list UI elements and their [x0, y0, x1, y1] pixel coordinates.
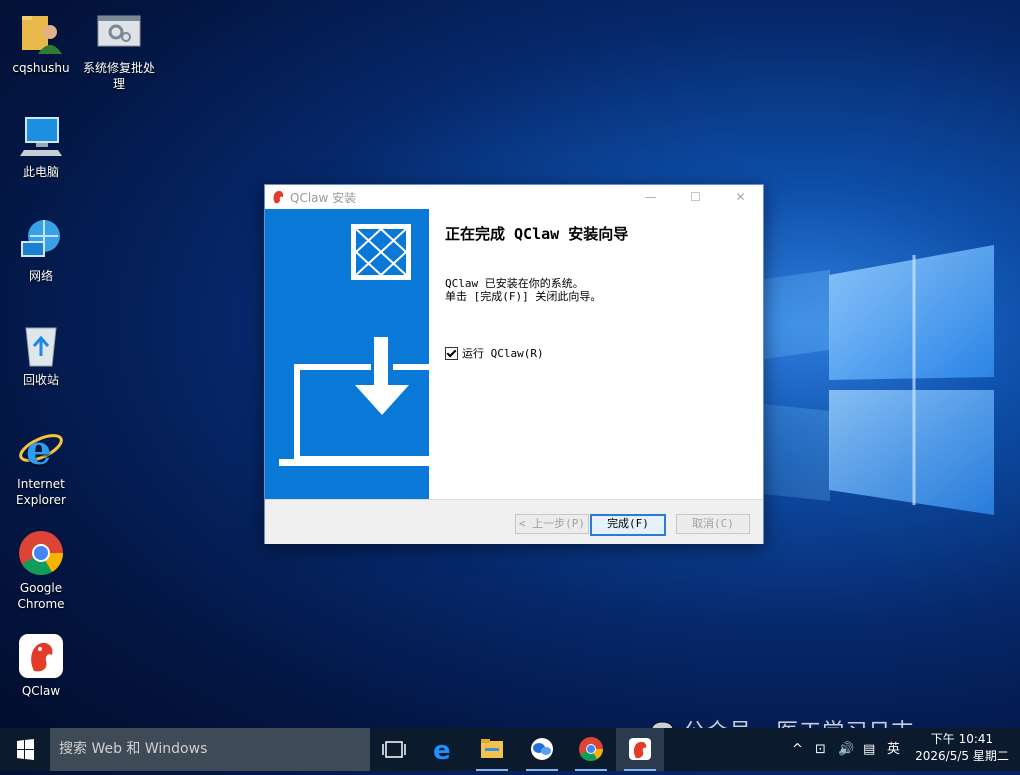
network-status-icon[interactable]: ⊡ — [815, 728, 826, 771]
wizard-banner — [265, 209, 429, 499]
wizard-footer: < 上一步(P) 完成(F) 取消(C) — [265, 499, 763, 544]
close-button[interactable]: ✕ — [718, 185, 763, 209]
dialog-titlebar[interactable]: QClaw 安装 — ☐ ✕ — [265, 185, 763, 209]
desktop-icon-this-pc[interactable]: 此电脑 — [1, 114, 81, 180]
volume-icon[interactable]: 🔊 — [838, 728, 854, 771]
qclaw-icon — [18, 633, 64, 679]
desktop-icon-qclaw[interactable]: QClaw — [1, 633, 81, 699]
taskbar-edge[interactable]: e — [420, 728, 468, 771]
taskbar-chrome[interactable] — [567, 728, 615, 771]
desktop-icon-recycle-bin[interactable]: 回收站 — [1, 322, 81, 388]
installer-dialog: QClaw 安装 — ☐ ✕ 正在完成 QClaw 安装向导 QClaw 已安装… — [264, 184, 764, 544]
start-button[interactable] — [0, 728, 50, 771]
user-folder-icon — [18, 10, 64, 56]
taskbar: 搜索 Web 和 Windows e ^ ⊡ 🔊 ▤ 英 下午 10:41 20… — [0, 728, 1020, 771]
messaging-icon — [531, 738, 553, 760]
input-language-indicator[interactable]: 英 — [887, 728, 900, 771]
taskbar-clock[interactable]: 下午 10:41 2026/5/5 星期二 — [914, 731, 1010, 765]
windows-logo-wallpaper — [829, 245, 994, 515]
svg-text:e: e — [433, 736, 451, 766]
finish-button[interactable]: 完成(F) — [590, 514, 666, 536]
message-line-2: 单击 [完成(F)] 关闭此向导。 — [445, 290, 602, 303]
taskbar-file-explorer[interactable] — [468, 728, 516, 771]
taskbar-qclaw[interactable] — [616, 728, 664, 771]
batch-file-icon — [96, 10, 142, 56]
chrome-icon — [579, 737, 603, 761]
run-qclaw-label: 运行 QClaw(R) — [462, 347, 544, 360]
back-button[interactable]: < 上一步(P) — [515, 514, 589, 534]
taskbar-messaging-app[interactable] — [518, 728, 566, 771]
recycle-bin-icon — [18, 322, 64, 368]
desktop-icon-network[interactable]: 网络 — [1, 218, 81, 284]
windows-start-icon — [17, 739, 34, 760]
qclaw-icon — [629, 738, 651, 760]
wizard-heading: 正在完成 QClaw 安装向导 — [445, 225, 629, 243]
internet-explorer-icon: e — [18, 426, 64, 474]
desktop-icon-google-chrome[interactable]: Google Chrome — [1, 530, 81, 612]
action-center-icon[interactable]: ▤ — [863, 728, 875, 771]
minimize-button[interactable]: — — [628, 185, 673, 209]
taskbar-search-box[interactable]: 搜索 Web 和 Windows — [50, 728, 370, 771]
task-view-button[interactable] — [370, 728, 418, 771]
message-line-1: QClaw 已安装在你的系统。 — [445, 277, 584, 290]
wizard-content: 正在完成 QClaw 安装向导 QClaw 已安装在你的系统。 单击 [完成(F… — [429, 209, 763, 499]
install-illustration — [279, 224, 429, 466]
network-icon — [18, 218, 64, 264]
dialog-title: QClaw 安装 — [290, 191, 357, 205]
run-qclaw-option[interactable]: 运行 QClaw(R) — [445, 345, 544, 361]
svg-text:e: e — [26, 427, 51, 472]
computer-icon — [18, 114, 64, 160]
desktop-icon-internet-explorer[interactable]: e Internet Explorer — [1, 426, 81, 508]
show-hidden-icons[interactable]: ^ — [792, 728, 803, 771]
desktop-icon-cqshushu[interactable]: cqshushu — [1, 10, 81, 76]
chrome-icon — [18, 530, 64, 576]
qclaw-icon — [273, 190, 284, 204]
task-view-icon — [382, 741, 406, 758]
clock-time: 下午 10:41 — [930, 732, 994, 746]
clock-date: 2026/5/5 星期二 — [915, 749, 1009, 763]
cancel-button[interactable]: 取消(C) — [676, 514, 750, 534]
maximize-button[interactable]: ☐ — [673, 185, 718, 209]
wizard-message: QClaw 已安装在你的系统。 单击 [完成(F)] 关闭此向导。 — [445, 277, 601, 303]
edge-icon: e — [433, 736, 451, 766]
desktop-icon-batch-file[interactable]: 系统修复批处理 — [79, 10, 159, 92]
run-qclaw-checkbox[interactable] — [445, 346, 458, 360]
file-explorer-icon — [481, 739, 503, 758]
